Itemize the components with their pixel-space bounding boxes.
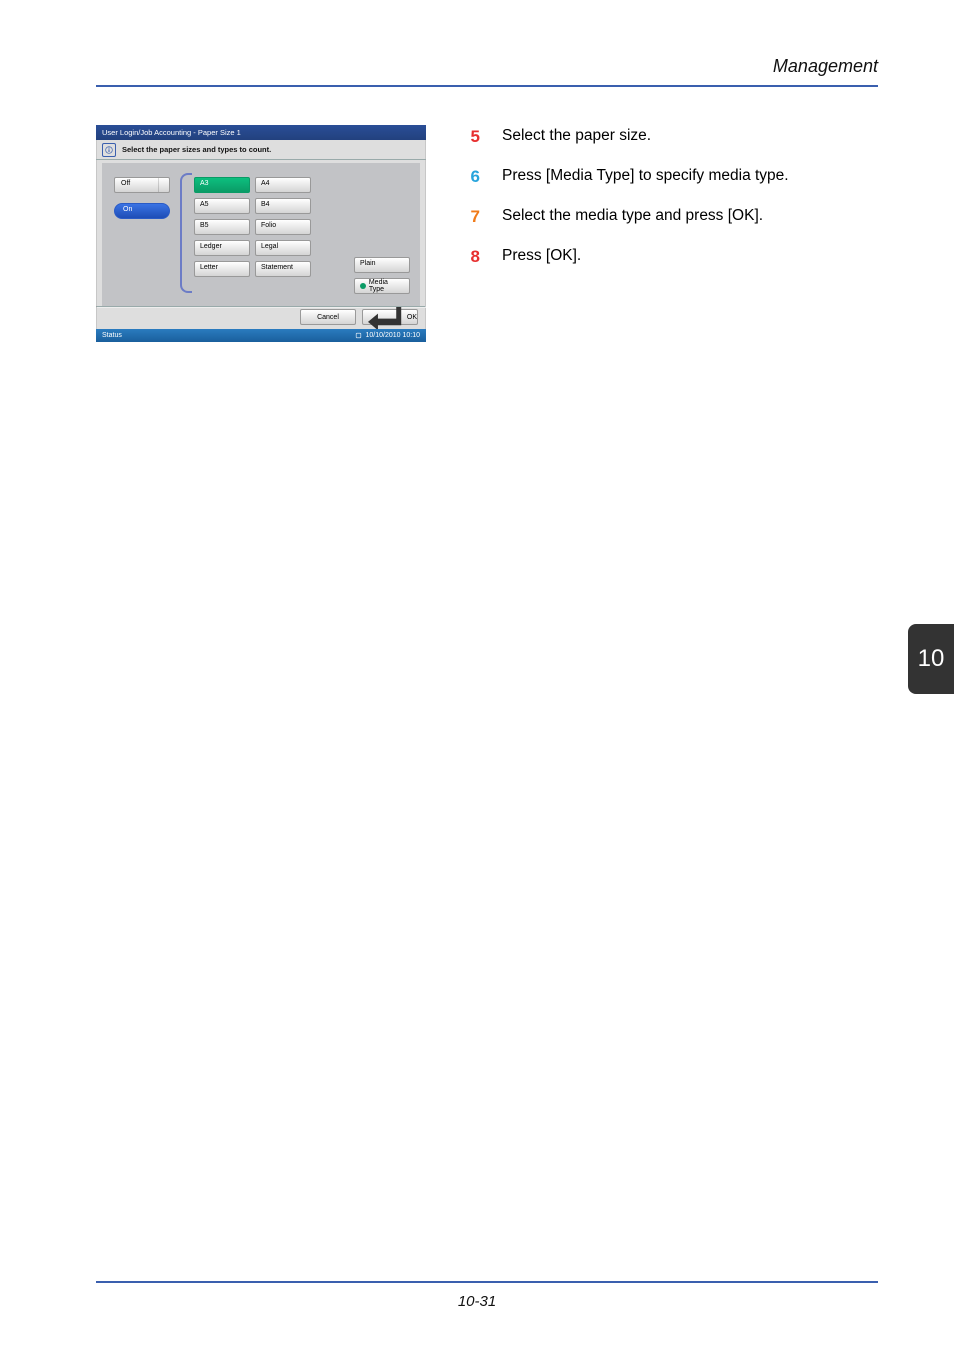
media-type-display: Plain <box>354 257 410 273</box>
size-letter-button[interactable]: Letter <box>194 261 250 277</box>
step-text: Press [OK]. <box>502 247 581 267</box>
media-type-button-label: Media Type <box>369 279 404 293</box>
dialog-instruction: Select the paper sizes and types to coun… <box>122 145 271 154</box>
step-list: 5 Select the paper size. 6 Press [Media Ty… <box>468 125 878 342</box>
size-a4-button[interactable]: A4 <box>255 177 311 193</box>
status-datetime: 10/10/2010 10:10 <box>366 332 421 339</box>
step-item: 5 Select the paper size. <box>468 127 878 147</box>
size-b5-button[interactable]: B5 <box>194 219 250 235</box>
device-screenshot: User Login/Job Accounting - Paper Size 1… <box>96 125 426 342</box>
info-icon <box>102 143 116 157</box>
bracket-decoration <box>180 173 192 293</box>
step-number: 5 <box>468 127 480 147</box>
indicator-dot-icon <box>360 283 366 289</box>
ok-button[interactable]: OK <box>362 309 418 325</box>
step-text: Select the media type and press [OK]. <box>502 207 763 227</box>
step-text: Select the paper size. <box>502 127 651 147</box>
step-number: 6 <box>468 167 480 187</box>
size-ledger-button[interactable]: Ledger <box>194 240 250 256</box>
step-item: 6 Press [Media Type] to specify media typ… <box>468 167 878 187</box>
size-legal-button[interactable]: Legal <box>255 240 311 256</box>
media-type-button[interactable]: Media Type <box>354 278 410 294</box>
step-item: 8 Press [OK]. <box>468 247 878 267</box>
step-item: 7 Select the media type and press [OK]. <box>468 207 878 227</box>
size-statement-button[interactable]: Statement <box>255 261 311 277</box>
toggle-on-button[interactable]: On <box>114 203 170 219</box>
size-b4-button[interactable]: B4 <box>255 198 311 214</box>
chapter-tab: 10 <box>908 624 954 694</box>
toggle-off-button[interactable]: Off <box>114 177 170 193</box>
step-number: 8 <box>468 247 480 267</box>
page-number: 10-31 <box>0 1293 954 1310</box>
cancel-button[interactable]: Cancel <box>300 309 356 325</box>
header-rule <box>96 85 878 87</box>
paper-size-grid: A3 A4 A5 B4 B5 Folio Ledger Legal Letter… <box>194 177 311 277</box>
status-label[interactable]: Status <box>102 332 122 339</box>
device-icon <box>355 332 362 339</box>
size-folio-button[interactable]: Folio <box>255 219 311 235</box>
dialog-title: User Login/Job Accounting - Paper Size 1 <box>96 125 426 140</box>
step-number: 7 <box>468 207 480 227</box>
size-a3-button[interactable]: A3 <box>194 177 250 193</box>
size-a5-button[interactable]: A5 <box>194 198 250 214</box>
footer-rule <box>96 1281 878 1283</box>
section-heading: Management <box>96 56 878 77</box>
step-text: Press [Media Type] to specify media type… <box>502 167 789 187</box>
